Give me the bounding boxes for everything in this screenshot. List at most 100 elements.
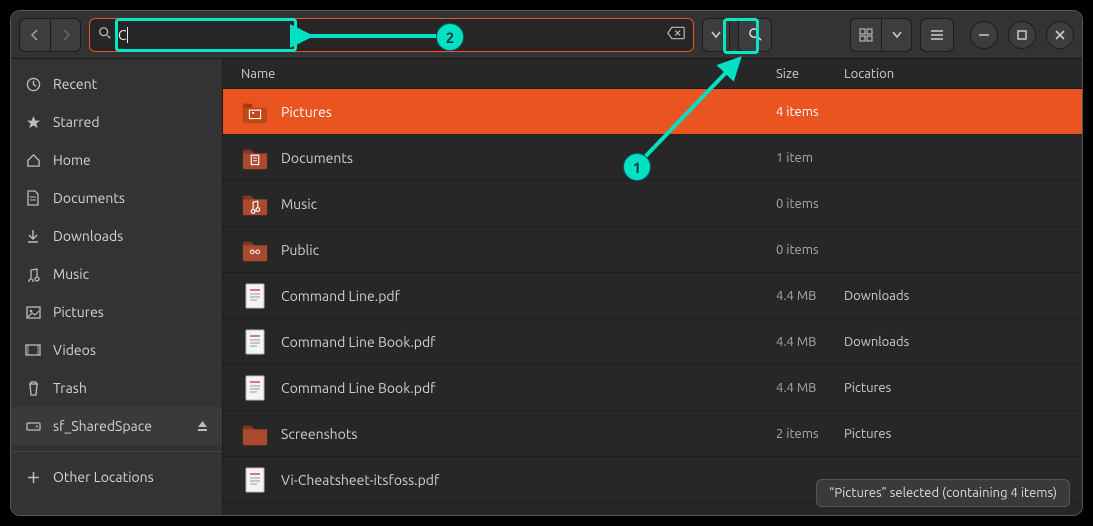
sidebar-item-label: Pictures: [53, 304, 104, 320]
folder-icon: [241, 192, 269, 216]
star-icon: [25, 115, 41, 130]
file-size: 4 items: [776, 105, 844, 119]
file-size: 0 items: [776, 197, 844, 211]
sidebar-item-label: Home: [53, 152, 91, 168]
search-input-value: C: [118, 27, 127, 43]
hamburger-menu-button[interactable]: [920, 18, 954, 52]
file-name: Public: [281, 242, 319, 258]
sidebar-item-label: Downloads: [53, 228, 123, 244]
minimize-button[interactable]: [970, 21, 998, 49]
sidebar-item-label: Other Locations: [53, 469, 154, 485]
file-name: Screenshots: [281, 426, 357, 442]
close-button[interactable]: [1046, 21, 1074, 49]
clear-search-icon[interactable]: [667, 26, 685, 43]
file-name: Documents: [281, 150, 353, 166]
sidebar-item-label: Trash: [53, 380, 87, 396]
file-name: Pictures: [281, 104, 332, 120]
view-mode-group: [850, 18, 912, 52]
sidebar-item-label: sf_SharedSpace: [53, 418, 152, 434]
nav-group: [19, 18, 81, 52]
file-icon: [241, 468, 269, 492]
search-toggle-button[interactable]: [738, 18, 772, 52]
file-size: 4.4 MB: [776, 381, 844, 395]
sidebar-item-label: Videos: [53, 342, 96, 358]
sidebar-item-label: Documents: [53, 190, 125, 206]
file-rows: Pictures 4 items Documents 1 item Music 0 ite…: [223, 89, 1082, 515]
file-name: Command Line Book.pdf: [281, 334, 435, 350]
file-name: Vi-Cheatsheet-itsfoss.pdf: [281, 472, 439, 488]
forward-button[interactable]: [50, 19, 80, 51]
status-bar: “Pictures” selected (containing 4 items): [816, 479, 1070, 507]
eject-icon[interactable]: [197, 418, 208, 434]
view-dropdown-button[interactable]: [881, 19, 911, 51]
folder-icon: [241, 422, 269, 446]
file-location: Downloads: [844, 289, 1064, 303]
sidebar-item-other-locations[interactable]: Other Locations: [11, 458, 222, 496]
file-location: Downloads: [844, 335, 1064, 349]
trash-icon: [25, 381, 41, 396]
icon-view-button[interactable]: [851, 19, 881, 51]
table-row[interactable]: Documents 1 item: [223, 135, 1082, 181]
maximize-button[interactable]: [1008, 21, 1036, 49]
home-icon: [25, 153, 41, 168]
file-icon: [241, 330, 269, 354]
plus-icon: [25, 471, 41, 484]
sidebar-item-label: Music: [53, 266, 89, 282]
back-button[interactable]: [20, 19, 50, 51]
image-icon: [25, 306, 41, 319]
sidebar-item-videos[interactable]: Videos: [11, 331, 222, 369]
file-name: Command Line Book.pdf: [281, 380, 435, 396]
sidebar-item-home[interactable]: Home: [11, 141, 222, 179]
table-row[interactable]: Command Line Book.pdf 4.4 MBPictures: [223, 365, 1082, 411]
sidebar-item-recent[interactable]: Recent: [11, 65, 222, 103]
sidebar-item-trash[interactable]: Trash: [11, 369, 222, 407]
column-headers: Name Size Location: [223, 59, 1082, 89]
toolbar: C: [11, 11, 1082, 59]
music-icon: [25, 267, 41, 282]
search-options-dropdown[interactable]: [702, 18, 730, 52]
column-location-header[interactable]: Location: [844, 67, 1064, 81]
folder-icon: [241, 238, 269, 262]
sidebar-item-documents[interactable]: Documents: [11, 179, 222, 217]
sidebar-item-label: Recent: [53, 76, 97, 92]
video-icon: [25, 344, 41, 356]
table-row[interactable]: Pictures 4 items: [223, 89, 1082, 135]
view-cluster: [850, 18, 954, 52]
clock-icon: [25, 77, 41, 92]
separator: [11, 451, 222, 452]
folder-icon: [241, 100, 269, 124]
column-size-header[interactable]: Size: [776, 67, 844, 81]
window-controls: [970, 21, 1074, 49]
table-row[interactable]: Command Line Book.pdf 4.4 MBDownloads: [223, 319, 1082, 365]
main-panel: Name Size Location Pictures 4 items Docume…: [223, 59, 1082, 515]
file-size: 4.4 MB: [776, 289, 844, 303]
file-name: Command Line.pdf: [281, 288, 400, 304]
sidebar: Recent Starred Home Documents Downloads …: [11, 59, 223, 515]
file-location: Pictures: [844, 427, 1064, 441]
table-row[interactable]: Public 0 items: [223, 227, 1082, 273]
sidebar-item-downloads[interactable]: Downloads: [11, 217, 222, 255]
drive-icon: [25, 420, 41, 432]
download-icon: [25, 229, 41, 244]
sidebar-item-label: Starred: [53, 114, 100, 130]
document-icon: [25, 190, 41, 206]
folder-icon: [241, 146, 269, 170]
table-row[interactable]: Screenshots2 itemsPictures: [223, 411, 1082, 457]
text-caret: [127, 27, 128, 43]
sidebar-item-pictures[interactable]: Pictures: [11, 293, 222, 331]
file-icon: [241, 284, 269, 308]
file-size: 1 item: [776, 151, 844, 165]
file-size: 0 items: [776, 243, 844, 257]
sidebar-item-starred[interactable]: Starred: [11, 103, 222, 141]
file-size: 4.4 MB: [776, 335, 844, 349]
sidebar-item-device[interactable]: sf_SharedSpace: [11, 407, 222, 445]
column-name-header[interactable]: Name: [241, 67, 776, 81]
table-row[interactable]: Music 0 items: [223, 181, 1082, 227]
file-location: Pictures: [844, 381, 1064, 395]
file-name: Music: [281, 196, 317, 212]
search-icon: [98, 26, 112, 43]
search-bar: C: [89, 18, 694, 52]
file-icon: [241, 376, 269, 400]
sidebar-item-music[interactable]: Music: [11, 255, 222, 293]
table-row[interactable]: Command Line.pdf 4.4 MBDownloads: [223, 273, 1082, 319]
